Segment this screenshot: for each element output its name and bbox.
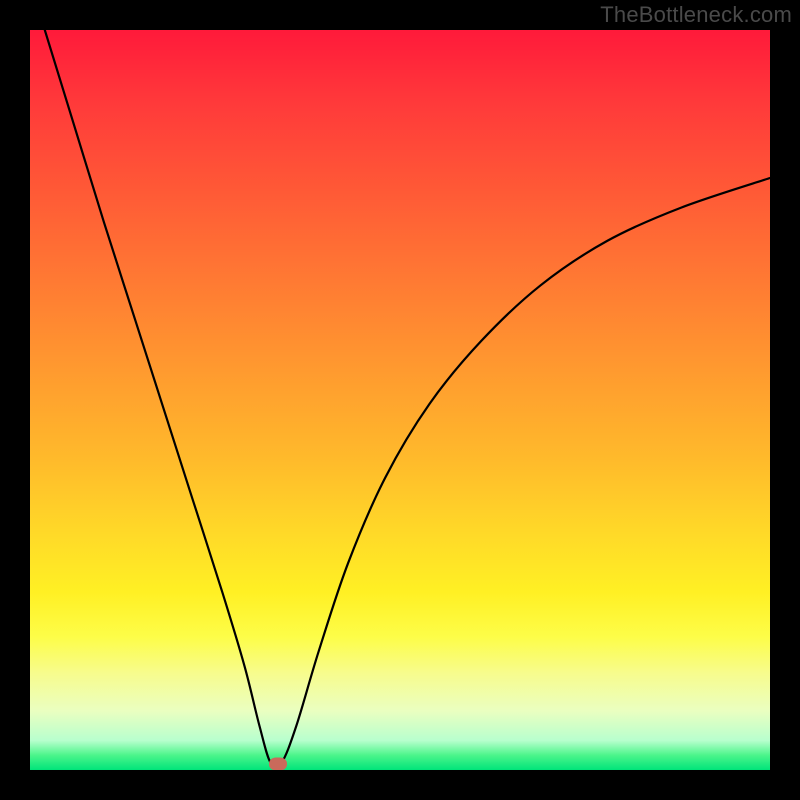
watermark-text: TheBottleneck.com	[600, 2, 792, 28]
plot-area	[30, 30, 770, 770]
minimum-marker	[269, 758, 287, 770]
bottleneck-curve	[45, 30, 770, 767]
chart-frame: TheBottleneck.com	[0, 0, 800, 800]
curve-svg	[30, 30, 770, 770]
